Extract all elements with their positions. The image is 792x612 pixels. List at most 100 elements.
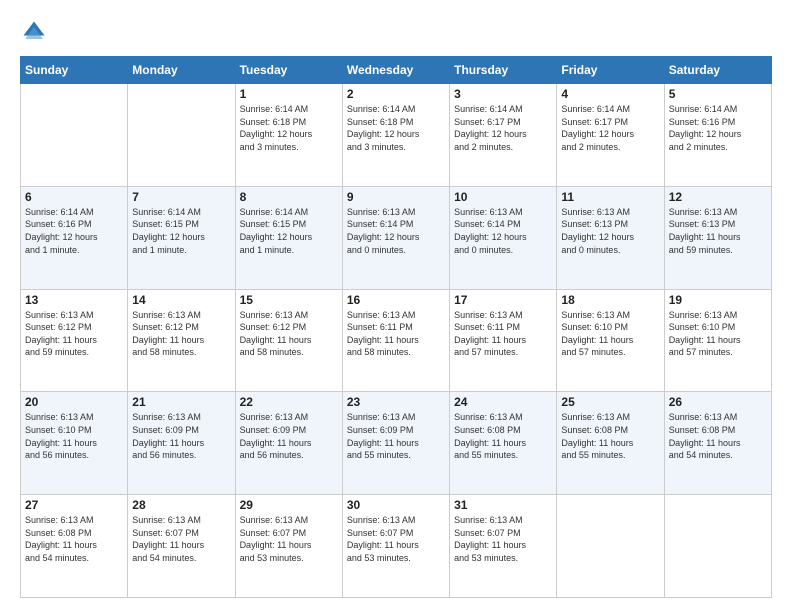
day-number: 8 (240, 190, 338, 204)
calendar-cell: 7 Sunrise: 6:14 AM Sunset: 6:15 PM Daylig… (128, 186, 235, 289)
page: SundayMondayTuesdayWednesdayThursdayFrid… (0, 0, 792, 612)
day-number: 28 (132, 498, 230, 512)
col-header-friday: Friday (557, 57, 664, 84)
day-info: Sunrise: 6:13 AM Sunset: 6:12 PM Dayligh… (132, 309, 230, 359)
day-info: Sunrise: 6:13 AM Sunset: 6:09 PM Dayligh… (240, 411, 338, 461)
calendar-cell: 16 Sunrise: 6:13 AM Sunset: 6:11 PM Dayli… (342, 289, 449, 392)
col-header-monday: Monday (128, 57, 235, 84)
calendar-cell: 24Sunrise: 6:13 AM Sunset: 6:08 PM Dayli… (450, 392, 557, 495)
day-info: Sunrise: 6:13 AM Sunset: 6:08 PM Dayligh… (454, 411, 552, 461)
col-header-sunday: Sunday (21, 57, 128, 84)
day-info: Sunrise: 6:13 AM Sunset: 6:11 PM Dayligh… (347, 309, 445, 359)
calendar-cell: 23 Sunrise: 6:13 AM Sunset: 6:09 PM Dayli… (342, 392, 449, 495)
calendar-cell: 10 Sunrise: 6:13 AM Sunset: 6:14 PM Dayli… (450, 186, 557, 289)
calendar-cell: 17 Sunrise: 6:13 AM Sunset: 6:11 PM Dayli… (450, 289, 557, 392)
day-info: Sunrise: 6:14 AM Sunset: 6:16 PM Dayligh… (25, 206, 123, 256)
col-header-wednesday: Wednesday (342, 57, 449, 84)
day-number: 5 (669, 87, 767, 101)
day-info: Sunrise: 6:13 AM Sunset: 6:13 PM Dayligh… (561, 206, 659, 256)
calendar-week-row: 13 Sunrise: 6:13 AM Sunset: 6:12 PM Dayli… (21, 289, 772, 392)
calendar-cell: 30 Sunrise: 6:13 AM Sunset: 6:07 PM Dayli… (342, 495, 449, 598)
day-info: Sunrise: 6:13 AM Sunset: 6:08 PM Dayligh… (561, 411, 659, 461)
day-number: 29 (240, 498, 338, 512)
calendar-cell: 25 Sunrise: 6:13 AM Sunset: 6:08 PM Dayli… (557, 392, 664, 495)
day-info: Sunrise: 6:13 AM Sunset: 6:14 PM Dayligh… (454, 206, 552, 256)
day-info: Sunrise: 6:13 AM Sunset: 6:10 PM Dayligh… (669, 309, 767, 359)
day-info: Sunrise: 6:13 AM Sunset: 6:07 PM Dayligh… (454, 514, 552, 564)
calendar-cell: 21Sunrise: 6:13 AM Sunset: 6:09 PM Dayli… (128, 392, 235, 495)
calendar-cell: 15 Sunrise: 6:13 AM Sunset: 6:12 PM Dayli… (235, 289, 342, 392)
calendar-cell: 2 Sunrise: 6:14 AM Sunset: 6:18 PM Daylig… (342, 84, 449, 187)
day-number: 2 (347, 87, 445, 101)
day-info: Sunrise: 6:13 AM Sunset: 6:14 PM Dayligh… (347, 206, 445, 256)
day-number: 15 (240, 293, 338, 307)
day-info: Sunrise: 6:14 AM Sunset: 6:17 PM Dayligh… (454, 103, 552, 153)
day-number: 19 (669, 293, 767, 307)
calendar-cell: 14 Sunrise: 6:13 AM Sunset: 6:12 PM Dayli… (128, 289, 235, 392)
day-number: 31 (454, 498, 552, 512)
calendar-cell: 20Sunrise: 6:13 AM Sunset: 6:10 PM Dayli… (21, 392, 128, 495)
calendar-cell: 4 Sunrise: 6:14 AM Sunset: 6:17 PM Daylig… (557, 84, 664, 187)
day-number: 26 (669, 395, 767, 409)
calendar-cell: 18Sunrise: 6:13 AM Sunset: 6:10 PM Dayli… (557, 289, 664, 392)
day-info: Sunrise: 6:14 AM Sunset: 6:16 PM Dayligh… (669, 103, 767, 153)
day-info: Sunrise: 6:13 AM Sunset: 6:07 PM Dayligh… (240, 514, 338, 564)
day-number: 7 (132, 190, 230, 204)
day-number: 1 (240, 87, 338, 101)
day-info: Sunrise: 6:13 AM Sunset: 6:07 PM Dayligh… (347, 514, 445, 564)
calendar-cell: 19 Sunrise: 6:13 AM Sunset: 6:10 PM Dayli… (664, 289, 771, 392)
day-info: Sunrise: 6:14 AM Sunset: 6:15 PM Dayligh… (132, 206, 230, 256)
day-number: 10 (454, 190, 552, 204)
day-number: 25 (561, 395, 659, 409)
day-info: Sunrise: 6:14 AM Sunset: 6:18 PM Dayligh… (347, 103, 445, 153)
day-info: Sunrise: 6:14 AM Sunset: 6:18 PM Dayligh… (240, 103, 338, 153)
day-number: 17 (454, 293, 552, 307)
day-number: 18 (561, 293, 659, 307)
calendar-cell: 6 Sunrise: 6:14 AM Sunset: 6:16 PM Daylig… (21, 186, 128, 289)
calendar-cell: 5 Sunrise: 6:14 AM Sunset: 6:16 PM Daylig… (664, 84, 771, 187)
col-header-saturday: Saturday (664, 57, 771, 84)
calendar-cell: 9 Sunrise: 6:13 AM Sunset: 6:14 PM Daylig… (342, 186, 449, 289)
day-info: Sunrise: 6:13 AM Sunset: 6:09 PM Dayligh… (347, 411, 445, 461)
day-info: Sunrise: 6:13 AM Sunset: 6:12 PM Dayligh… (25, 309, 123, 359)
calendar-cell (128, 84, 235, 187)
day-info: Sunrise: 6:13 AM Sunset: 6:11 PM Dayligh… (454, 309, 552, 359)
day-number: 4 (561, 87, 659, 101)
calendar-table: SundayMondayTuesdayWednesdayThursdayFrid… (20, 56, 772, 598)
calendar-cell: 11 Sunrise: 6:13 AM Sunset: 6:13 PM Dayli… (557, 186, 664, 289)
day-info: Sunrise: 6:13 AM Sunset: 6:13 PM Dayligh… (669, 206, 767, 256)
calendar-cell: 27Sunrise: 6:13 AM Sunset: 6:08 PM Dayli… (21, 495, 128, 598)
day-info: Sunrise: 6:13 AM Sunset: 6:09 PM Dayligh… (132, 411, 230, 461)
calendar-week-row: 6 Sunrise: 6:14 AM Sunset: 6:16 PM Daylig… (21, 186, 772, 289)
day-number: 11 (561, 190, 659, 204)
day-info: Sunrise: 6:13 AM Sunset: 6:07 PM Dayligh… (132, 514, 230, 564)
day-info: Sunrise: 6:14 AM Sunset: 6:17 PM Dayligh… (561, 103, 659, 153)
calendar-cell (21, 84, 128, 187)
calendar-cell: 29 Sunrise: 6:13 AM Sunset: 6:07 PM Dayli… (235, 495, 342, 598)
logo (20, 18, 52, 46)
day-number: 12 (669, 190, 767, 204)
day-info: Sunrise: 6:13 AM Sunset: 6:10 PM Dayligh… (25, 411, 123, 461)
calendar-header-row: SundayMondayTuesdayWednesdayThursdayFrid… (21, 57, 772, 84)
calendar-cell: 31 Sunrise: 6:13 AM Sunset: 6:07 PM Dayli… (450, 495, 557, 598)
calendar-cell (557, 495, 664, 598)
day-number: 23 (347, 395, 445, 409)
calendar-cell: 26Sunrise: 6:13 AM Sunset: 6:08 PM Dayli… (664, 392, 771, 495)
day-number: 30 (347, 498, 445, 512)
day-number: 9 (347, 190, 445, 204)
day-number: 16 (347, 293, 445, 307)
calendar-cell (664, 495, 771, 598)
col-header-tuesday: Tuesday (235, 57, 342, 84)
day-info: Sunrise: 6:13 AM Sunset: 6:12 PM Dayligh… (240, 309, 338, 359)
calendar-cell: 13 Sunrise: 6:13 AM Sunset: 6:12 PM Dayli… (21, 289, 128, 392)
day-number: 6 (25, 190, 123, 204)
calendar-cell: 8Sunrise: 6:14 AM Sunset: 6:15 PM Daylig… (235, 186, 342, 289)
calendar-week-row: 20Sunrise: 6:13 AM Sunset: 6:10 PM Dayli… (21, 392, 772, 495)
header (20, 18, 772, 46)
col-header-thursday: Thursday (450, 57, 557, 84)
calendar-cell: 28 Sunrise: 6:13 AM Sunset: 6:07 PM Dayli… (128, 495, 235, 598)
calendar-cell: 3 Sunrise: 6:14 AM Sunset: 6:17 PM Daylig… (450, 84, 557, 187)
day-number: 13 (25, 293, 123, 307)
day-number: 3 (454, 87, 552, 101)
day-number: 14 (132, 293, 230, 307)
